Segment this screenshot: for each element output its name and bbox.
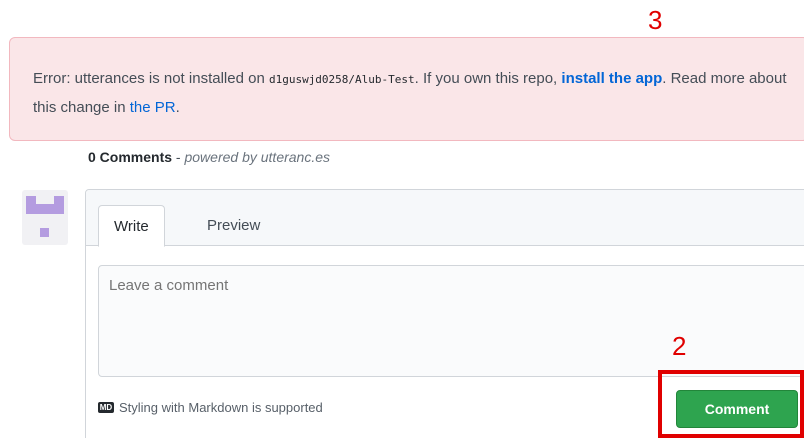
comment-count-label: 0 Comments <box>88 149 173 165</box>
error-message: Error: utterances is not installed on d1… <box>33 70 787 116</box>
comment-count: 0 Comments - powered by utteranc.es <box>88 149 331 165</box>
annotation-number-3: 3 <box>648 5 663 35</box>
editor-tabs: Write Preview <box>86 190 804 247</box>
error-banner: Error: utterances is not installed on d1… <box>9 37 804 141</box>
avatar-pixel <box>54 196 64 214</box>
install-app-link[interactable]: install the app <box>561 70 662 87</box>
tab-preview[interactable]: Preview <box>192 205 275 247</box>
avatar <box>22 190 68 245</box>
markdown-note-text: Styling with Markdown is supported <box>119 400 323 415</box>
pr-link[interactable]: the PR <box>130 99 176 116</box>
repo-name: d1guswjd0258/Alub-Test <box>268 73 415 86</box>
annotation-box-comment <box>658 370 804 438</box>
avatar-pixel <box>36 204 54 214</box>
annotation-number-2: 2 <box>672 331 687 361</box>
avatar-pixel <box>40 228 49 237</box>
markdown-icon: MD <box>98 402 114 413</box>
tab-write[interactable]: Write <box>98 205 165 247</box>
comment-input[interactable] <box>98 265 804 377</box>
powered-by-text: powered by utteranc.es <box>184 149 331 165</box>
avatar-pixel <box>26 196 36 214</box>
markdown-note: MD Styling with Markdown is supported <box>98 400 323 415</box>
